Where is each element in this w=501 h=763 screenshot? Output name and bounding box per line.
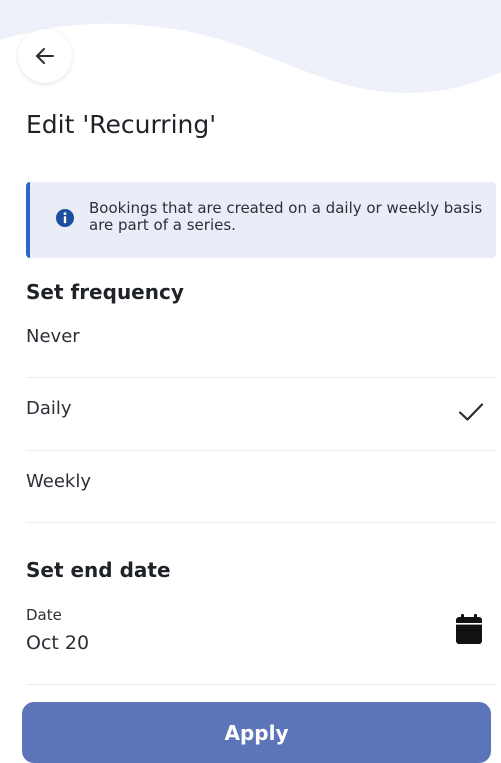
- info-banner-text: Bookings that are created on a daily or …: [89, 199, 483, 234]
- apply-button[interactable]: Apply: [22, 702, 491, 763]
- divider: [26, 684, 496, 685]
- frequency-option-label: Never: [26, 326, 80, 347]
- calendar-icon: [456, 614, 482, 644]
- frequency-option-label: Daily: [26, 398, 72, 419]
- date-field-value[interactable]: Oct 20: [26, 632, 89, 654]
- info-icon: [56, 209, 74, 227]
- back-button[interactable]: [18, 29, 72, 83]
- divider: [26, 522, 496, 523]
- date-field-label: Date: [26, 606, 62, 624]
- check-icon: [458, 403, 484, 421]
- frequency-option-label: Weekly: [26, 471, 91, 492]
- header-wave-background: [0, 0, 501, 93]
- frequency-option-daily[interactable]: Daily: [26, 378, 496, 451]
- page-title: Edit 'Recurring': [26, 110, 217, 139]
- frequency-option-weekly[interactable]: Weekly: [26, 451, 496, 524]
- info-banner: Bookings that are created on a daily or …: [26, 182, 496, 258]
- arrow-left-icon: [36, 48, 54, 64]
- calendar-button[interactable]: [452, 612, 486, 646]
- end-date-section-title: Set end date: [26, 558, 171, 582]
- frequency-section-title: Set frequency: [26, 280, 184, 304]
- frequency-option-never[interactable]: Never: [26, 306, 496, 379]
